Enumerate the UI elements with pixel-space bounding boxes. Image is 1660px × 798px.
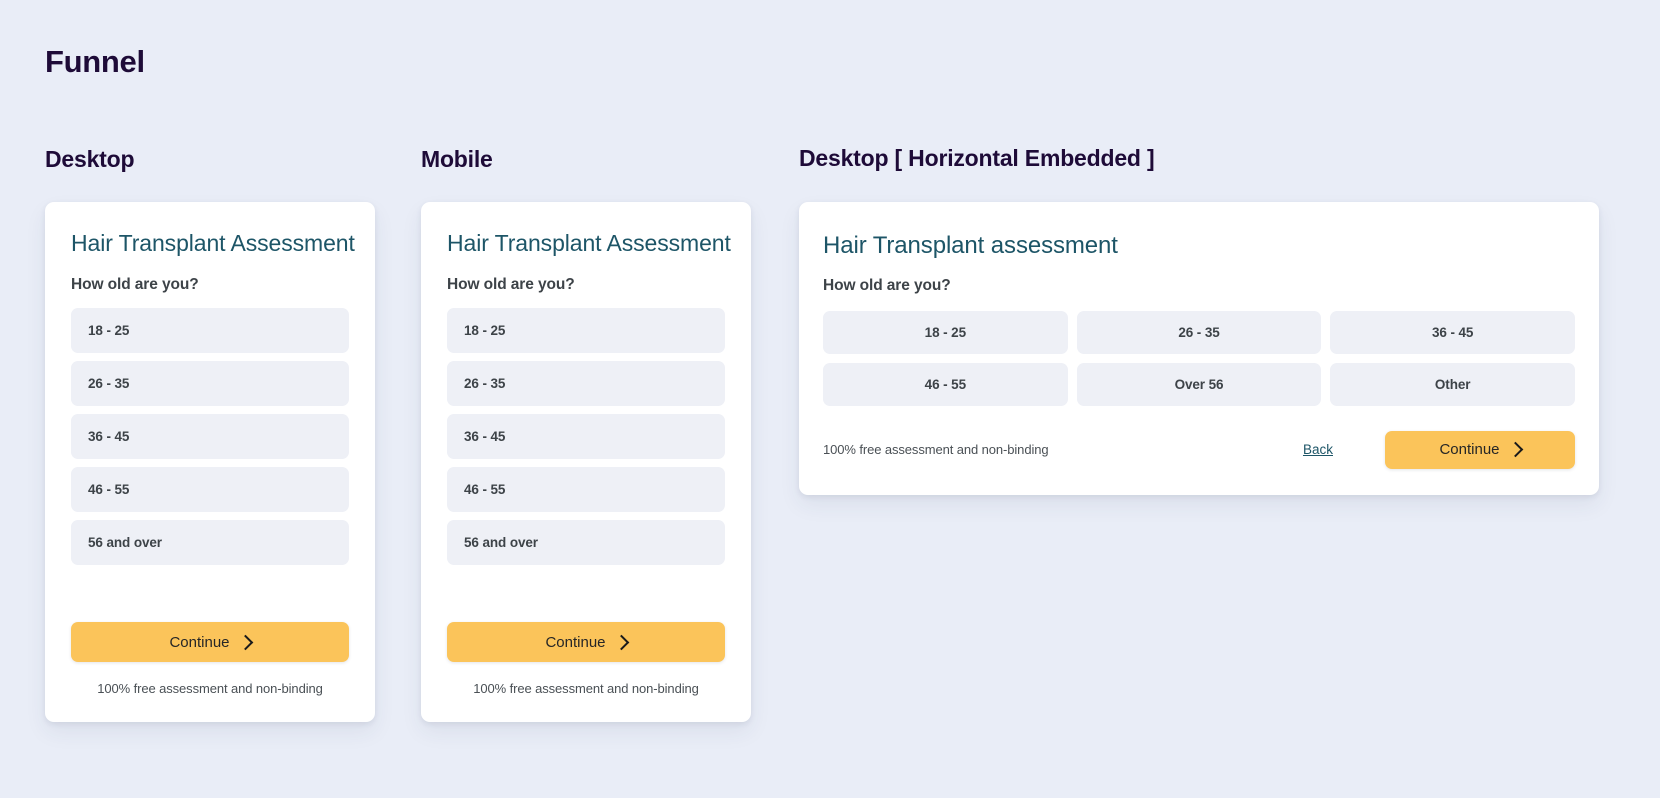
continue-button-label: Continue [545,633,606,651]
question-label: How old are you? [823,276,951,294]
options-list: 18 - 25 26 - 35 36 - 45 46 - 55 56 and o… [71,308,349,566]
chevron-right-icon [613,634,629,650]
option-item[interactable]: 56 and over [71,520,349,566]
desktop-preview-card: Hair Transplant Assessment How old are y… [45,202,375,722]
card-title: Hair Transplant Assessment [71,230,355,256]
option-item[interactable]: 46 - 55 [823,362,1068,406]
question-label: How old are you? [71,276,199,294]
option-item[interactable]: 18 - 25 [447,308,725,354]
card-title: Hair Transplant Assessment [447,230,731,256]
chevron-right-icon [1507,441,1523,458]
question-label: How old are you? [447,276,575,294]
options-grid: 18 - 25 26 - 35 36 - 45 46 - 55 Over 56 … [823,310,1575,406]
option-item[interactable]: 26 - 35 [71,361,349,407]
card-footer: Continue 100% free assessment and non-bi… [71,622,349,722]
continue-button-label: Continue [1439,441,1500,459]
section-title-mobile: Mobile [421,146,493,172]
disclaimer-text: 100% free assessment and non-binding [97,681,323,696]
option-item[interactable]: Over 56 [1076,362,1322,406]
continue-button[interactable]: Continue [71,622,349,662]
option-item[interactable]: Other [1330,362,1575,406]
chevron-right-icon [237,634,253,650]
card-footer: Continue 100% free assessment and non-bi… [447,622,725,722]
card-footer: 100% free assessment and non-binding Bac… [823,430,1575,469]
option-item[interactable]: 36 - 45 [71,414,349,460]
option-item[interactable]: 26 - 35 [1076,310,1322,354]
option-item[interactable]: 36 - 45 [1330,310,1575,354]
continue-button-label: Continue [169,633,230,651]
card-title: Hair Transplant assessment [823,232,1118,259]
section-title-desktop: Desktop [45,146,135,172]
mobile-preview-card: Hair Transplant Assessment How old are y… [421,202,751,722]
funnel-page: Funnel Desktop Hair Transplant Assessmen… [0,0,1660,798]
disclaimer-text: 100% free assessment and non-binding [473,681,699,696]
option-item[interactable]: 26 - 35 [447,361,725,407]
continue-button[interactable]: Continue [1385,430,1575,469]
disclaimer-text: 100% free assessment and non-binding [823,442,1049,458]
page-title: Funnel [45,44,145,79]
continue-button[interactable]: Continue [447,622,725,662]
back-link[interactable]: Back [1303,442,1333,457]
option-item[interactable]: 56 and over [447,520,725,566]
option-item[interactable]: 18 - 25 [823,310,1068,354]
option-item[interactable]: 46 - 55 [71,467,349,513]
option-item[interactable]: 46 - 55 [447,467,725,513]
option-item[interactable]: 18 - 25 [71,308,349,354]
section-title-desktop-horizontal-embedded: Desktop [ Horizontal Embedded ] [799,145,1155,171]
option-item[interactable]: 36 - 45 [447,414,725,460]
desktop-horizontal-embedded-card: Hair Transplant assessment How old are y… [799,202,1599,495]
options-list: 18 - 25 26 - 35 36 - 45 46 - 55 56 and o… [447,308,725,566]
